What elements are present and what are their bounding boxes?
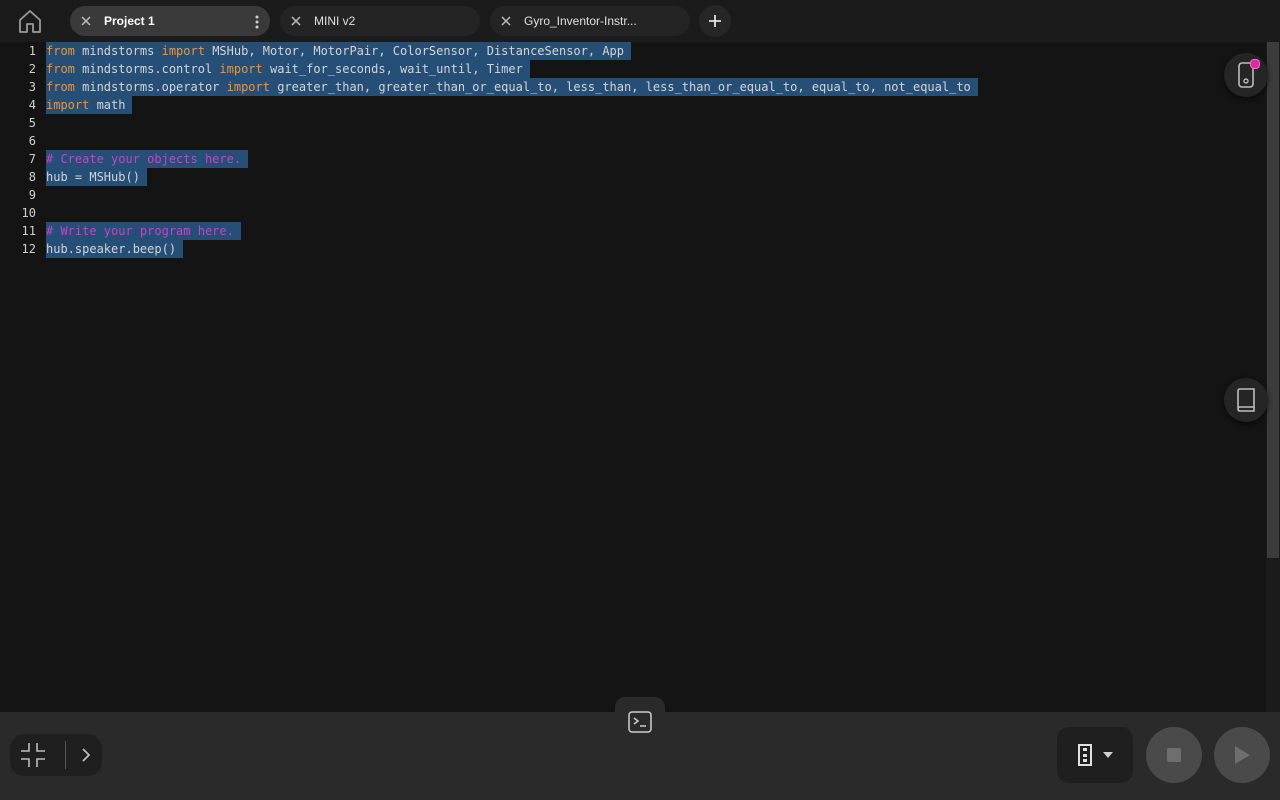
code-text: # Create your objects here. bbox=[46, 150, 249, 168]
add-tab-button[interactable] bbox=[699, 5, 731, 37]
console-toggle-button[interactable] bbox=[615, 697, 665, 737]
tab-gyro-inventor[interactable]: Gyro_Inventor-Instr... bbox=[490, 6, 690, 36]
divider bbox=[65, 741, 66, 769]
code-keyword: from bbox=[46, 80, 75, 94]
code-keyword: import bbox=[226, 80, 270, 94]
plus-icon bbox=[709, 15, 721, 27]
code-text: from mindstorms import MSHub, Motor, Mot… bbox=[46, 42, 631, 60]
tab-label: MINI v2 bbox=[314, 14, 356, 28]
terminal-icon bbox=[628, 711, 652, 733]
caret-down-icon bbox=[1103, 752, 1113, 758]
stop-icon bbox=[1167, 748, 1181, 762]
book-icon bbox=[1237, 388, 1255, 412]
line-number: 11 bbox=[21, 224, 36, 238]
home-icon bbox=[19, 10, 41, 33]
code-line[interactable]: 7 # Create your objects here. bbox=[0, 150, 1260, 168]
code-token: hub = MSHub() bbox=[46, 170, 140, 184]
code-line[interactable]: 9 bbox=[0, 186, 1260, 204]
line-number: 3 bbox=[28, 80, 36, 94]
code-editor[interactable]: 1 from mindstorms import MSHub, Motor, Mo… bbox=[0, 42, 1266, 712]
code-line[interactable]: 2 from mindstorms.control import wait_for… bbox=[0, 60, 1260, 78]
code-line[interactable]: 5 bbox=[0, 114, 1260, 132]
line-number: 4 bbox=[28, 98, 36, 112]
line-number: 6 bbox=[28, 134, 36, 148]
line-number: 5 bbox=[28, 116, 36, 130]
code-line[interactable]: 8 hub = MSHub() bbox=[0, 168, 1260, 186]
code-keyword: from bbox=[46, 62, 75, 76]
shrink-icon bbox=[21, 743, 45, 767]
line-number: 1 bbox=[28, 44, 36, 58]
hub-connection-button[interactable] bbox=[1224, 53, 1268, 97]
code-text: # Write your program here. bbox=[46, 222, 241, 240]
tab-label: Gyro_Inventor-Instr... bbox=[524, 14, 637, 28]
tab-bar: Project 1 MINI v2 Gyro_Inventor-Instr... bbox=[0, 0, 1280, 43]
close-icon[interactable] bbox=[80, 15, 92, 27]
tab-label: Project 1 bbox=[104, 14, 155, 28]
code-token: mindstorms.control bbox=[74, 62, 220, 76]
chevron-right-icon bbox=[82, 748, 91, 762]
code-keyword: import bbox=[161, 44, 205, 58]
code-token: hub.speaker.beep() bbox=[46, 242, 177, 256]
code-text: hub.speaker.beep() bbox=[46, 240, 184, 258]
code-line[interactable]: 10 bbox=[0, 204, 1260, 222]
knowledge-base-button[interactable] bbox=[1224, 378, 1268, 422]
line-number: 10 bbox=[21, 206, 36, 220]
code-text: from mindstorms.control import wait_for_… bbox=[46, 60, 530, 78]
code-keyword: import bbox=[219, 62, 263, 76]
tab-mini-v2[interactable]: MINI v2 bbox=[280, 6, 480, 36]
line-number: 8 bbox=[28, 170, 36, 184]
home-button[interactable] bbox=[11, 3, 49, 39]
stop-button[interactable] bbox=[1146, 727, 1202, 783]
code-line[interactable]: 11 # Write your program here. bbox=[0, 222, 1260, 240]
editor-scrollbar[interactable] bbox=[1266, 42, 1280, 712]
tab-project-1[interactable]: Project 1 bbox=[70, 6, 270, 36]
code-token: greater_than, greater_than_or_equal_to, … bbox=[269, 80, 971, 94]
code-line[interactable]: 3 from mindstorms.operator import greater… bbox=[0, 78, 1260, 96]
code-keyword: from bbox=[46, 44, 75, 58]
line-number: 2 bbox=[28, 62, 36, 76]
scrollbar-thumb[interactable] bbox=[1267, 42, 1279, 558]
code-text: hub = MSHub() bbox=[46, 168, 147, 186]
code-token: mindstorms.operator bbox=[74, 80, 227, 94]
close-icon[interactable] bbox=[290, 15, 302, 27]
code-comment: # Write your program here. bbox=[46, 224, 234, 238]
code-line[interactable]: 1 from mindstorms import MSHub, Motor, Mo… bbox=[0, 42, 1260, 60]
program-slot-icon bbox=[1078, 744, 1092, 766]
play-button[interactable] bbox=[1214, 727, 1270, 783]
more-vertical-icon[interactable] bbox=[255, 14, 259, 29]
line-number: 9 bbox=[28, 188, 36, 202]
expand-panel-button[interactable] bbox=[70, 734, 102, 776]
close-icon[interactable] bbox=[500, 15, 512, 27]
line-number: 12 bbox=[21, 242, 36, 256]
view-controls bbox=[10, 734, 102, 776]
code-line[interactable]: 4 import math bbox=[0, 96, 1260, 114]
code-token: mindstorms bbox=[74, 44, 162, 58]
hub-status-indicator bbox=[1250, 59, 1260, 69]
shrink-button[interactable] bbox=[10, 734, 56, 776]
code-line[interactable]: 12 hub.speaker.beep() bbox=[0, 240, 1260, 258]
code-line[interactable]: 6 bbox=[0, 132, 1260, 150]
code-text: from mindstorms.operator import greater_… bbox=[46, 78, 978, 96]
code-comment: # Create your objects here. bbox=[46, 152, 242, 166]
program-slot-selector[interactable] bbox=[1057, 727, 1133, 783]
code-token: MSHub, Motor, MotorPair, ColorSensor, Di… bbox=[204, 44, 624, 58]
play-icon bbox=[1235, 746, 1250, 764]
code-text: import math bbox=[46, 96, 133, 114]
line-number: 7 bbox=[28, 152, 36, 166]
code-keyword: import bbox=[46, 98, 90, 112]
code-token: wait_for_seconds, wait_until, Timer bbox=[262, 62, 523, 76]
code-token: math bbox=[89, 98, 126, 112]
